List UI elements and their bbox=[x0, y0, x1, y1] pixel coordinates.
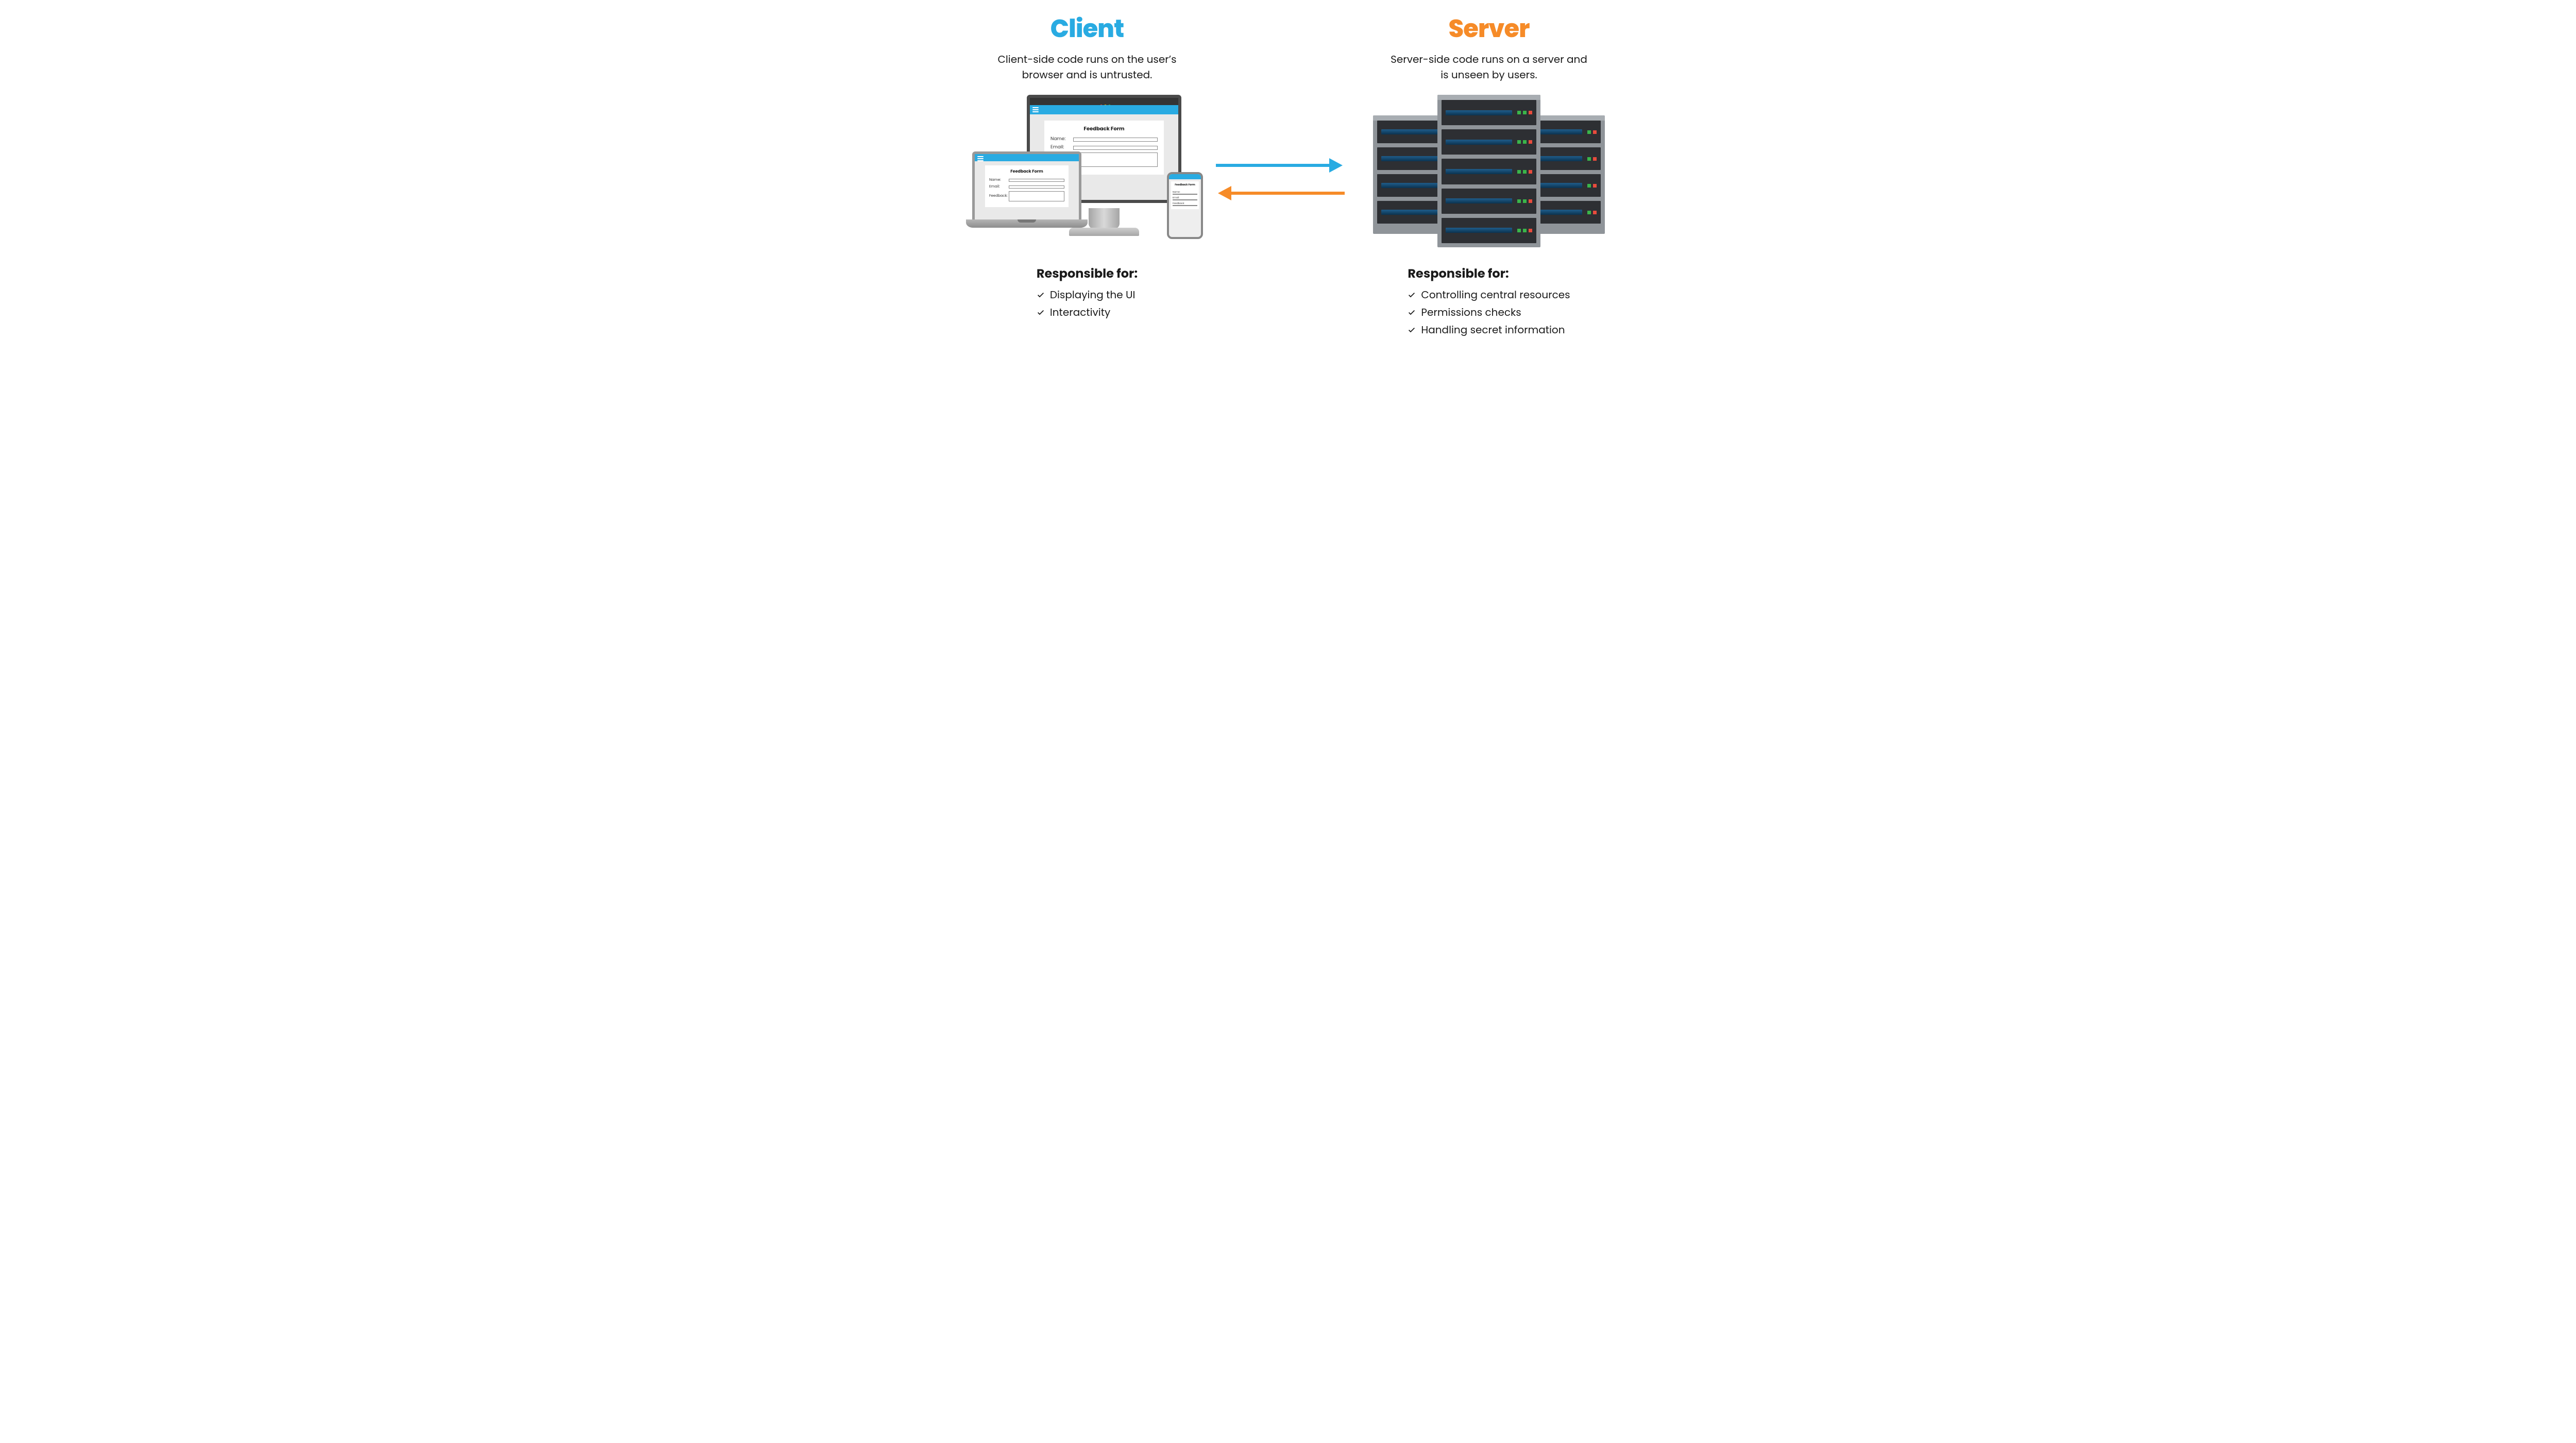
client-subtitle: Client-side code runs on the user’s brow… bbox=[984, 52, 1190, 82]
arrow-server-to-client bbox=[1231, 192, 1345, 195]
responsibility-item: Displaying the UI bbox=[1037, 286, 1138, 303]
input-email bbox=[1073, 146, 1158, 150]
client-server-diagram: Client Client-side code runs on the user… bbox=[896, 0, 1680, 386]
responsible-heading: Responsible for: bbox=[1408, 265, 1570, 283]
server-title: Server bbox=[1360, 10, 1618, 47]
window-titlebar bbox=[1030, 98, 1178, 105]
feedback-form-phone: Feedback Form Name: Email: Feedback: bbox=[1171, 181, 1199, 209]
app-navbar bbox=[975, 154, 1079, 161]
label-name: Name: bbox=[989, 178, 1009, 183]
client-responsibilities: Responsible for: Displaying the UI Inter… bbox=[1037, 265, 1138, 321]
check-icon bbox=[1408, 326, 1416, 334]
check-icon bbox=[1037, 291, 1045, 299]
laptop: Feedback Form Name: Email: Feedback: bbox=[966, 151, 1088, 239]
check-icon bbox=[1037, 308, 1045, 316]
request-response-arrows bbox=[1216, 155, 1350, 216]
menu-icon bbox=[1032, 107, 1039, 112]
form-title: Feedback Form bbox=[1050, 125, 1158, 133]
check-icon bbox=[1408, 308, 1416, 316]
responsibility-item: Permissions checks bbox=[1408, 303, 1570, 321]
label-email: Email: bbox=[1173, 196, 1197, 199]
responsible-heading: Responsible for: bbox=[1037, 265, 1138, 283]
app-navbar bbox=[1169, 174, 1201, 179]
label-feedback: Feedback: bbox=[989, 194, 1009, 199]
label-name: Name: bbox=[1173, 190, 1197, 194]
server-subtitle: Server-side code runs on a server and is… bbox=[1386, 52, 1592, 82]
form-title: Feedback Form bbox=[989, 168, 1064, 175]
monitor-stand bbox=[1089, 208, 1120, 229]
server-column: Server Server-side code runs on a server… bbox=[1360, 5, 1618, 338]
server-rack-front bbox=[1437, 95, 1540, 247]
input-name bbox=[1073, 138, 1158, 142]
menu-icon bbox=[977, 156, 984, 161]
arrow-client-to-server bbox=[1216, 164, 1329, 167]
client-column: Client Client-side code runs on the user… bbox=[958, 5, 1216, 321]
server-racks-illustration bbox=[1378, 95, 1600, 249]
responsibility-item: Handling secret information bbox=[1408, 321, 1570, 338]
client-title: Client bbox=[958, 10, 1216, 47]
label-email: Email: bbox=[989, 184, 1009, 190]
client-devices-illustration: Feedback Form Name: Email: Feedback Form… bbox=[966, 95, 1208, 249]
server-responsibilities: Responsible for: Controlling central res… bbox=[1408, 265, 1570, 338]
responsibility-item: Controlling central resources bbox=[1408, 286, 1570, 303]
label-name: Name: bbox=[1050, 136, 1073, 143]
app-navbar bbox=[1030, 105, 1178, 114]
form-title: Feedback Form bbox=[1173, 183, 1197, 187]
responsibility-item: Interactivity bbox=[1037, 303, 1138, 321]
smartphone: Feedback Form Name: Email: Feedback: bbox=[1167, 172, 1203, 239]
label-feedback: Feedback: bbox=[1173, 201, 1197, 205]
check-icon bbox=[1408, 291, 1416, 299]
label-email: Email: bbox=[1050, 144, 1073, 151]
feedback-form-laptop: Feedback Form Name: Email: Feedback: bbox=[985, 165, 1069, 207]
